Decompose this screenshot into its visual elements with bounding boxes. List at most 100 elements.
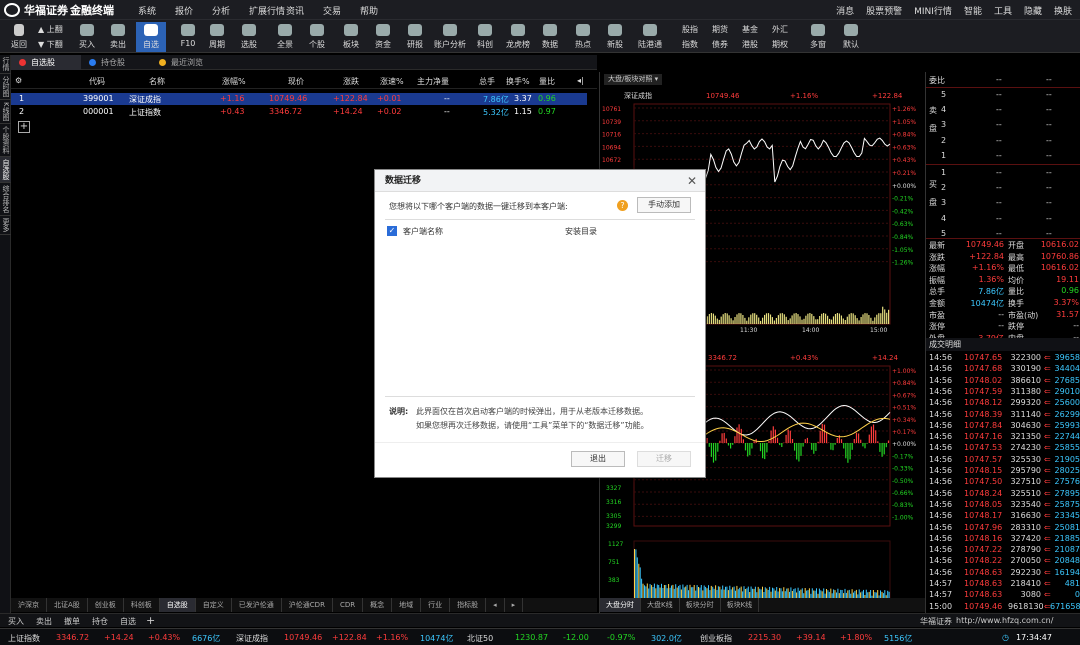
toolbar-button[interactable]: 自选 bbox=[136, 22, 166, 52]
menu-item[interactable]: 分析 bbox=[212, 4, 249, 17]
col-net[interactable]: 主力净量 bbox=[417, 76, 449, 87]
toolbar-button[interactable]: 龙虎榜 bbox=[500, 22, 536, 52]
col-price[interactable]: 现价 bbox=[288, 76, 304, 87]
toolbar-button[interactable]: F10 bbox=[170, 22, 206, 52]
menu-item[interactable]: 帮助 bbox=[360, 4, 397, 17]
table-row[interactable]: 2 000001 上证指数 +0.43 3346.72 +14.24 +0.02 -- 5.32… bbox=[11, 106, 587, 118]
market-tab[interactable]: 行业 bbox=[421, 598, 451, 612]
toolbar-button[interactable]: 陆港通 bbox=[632, 22, 668, 52]
index-name[interactable]: 北证50 bbox=[467, 633, 493, 644]
multi-window-button[interactable]: 多窗 bbox=[805, 22, 831, 52]
market-tab[interactable]: 北证A股 bbox=[47, 598, 88, 612]
market-shortcut[interactable]: 期货 bbox=[712, 24, 728, 35]
market-tab[interactable]: 概念 bbox=[363, 598, 393, 612]
market-shortcut[interactable]: 债券 bbox=[712, 39, 728, 50]
pin-icon[interactable]: ◂| bbox=[577, 76, 584, 85]
scroll-left-icon[interactable]: ◂ bbox=[486, 598, 505, 612]
exit-button[interactable]: 退出 bbox=[571, 451, 625, 467]
scroll-right-icon[interactable]: ▸ bbox=[505, 598, 524, 612]
right-menu-item[interactable]: 消息 bbox=[836, 4, 854, 17]
chart-tab[interactable]: 板块K线 bbox=[721, 598, 760, 612]
table-row[interactable]: 1 399001 深证成指 +1.16 10749.46 +122.84 +0.01 -- 7.… bbox=[11, 93, 587, 105]
chart-tab[interactable]: 板块分时 bbox=[680, 598, 721, 612]
col-name[interactable]: 名称 bbox=[149, 76, 165, 87]
status-action[interactable]: 持仓 bbox=[92, 616, 108, 627]
right-menu-item[interactable]: 隐藏 bbox=[1024, 4, 1042, 17]
market-tab[interactable]: 已发沪伦通 bbox=[232, 598, 282, 612]
chart-tab[interactable]: 大盘分时 bbox=[600, 598, 641, 612]
market-tab[interactable]: 地域 bbox=[392, 598, 422, 612]
market-shortcut[interactable]: 股指 bbox=[682, 24, 698, 35]
market-shortcut[interactable]: 指数 bbox=[682, 39, 698, 50]
chart-tab[interactable]: 大盘K线 bbox=[641, 598, 680, 612]
col-code[interactable]: 代码 bbox=[89, 76, 105, 87]
status-action[interactable]: 卖出 bbox=[36, 616, 52, 627]
status-action[interactable]: 自选 bbox=[120, 616, 136, 627]
index-name[interactable]: 深证成指 bbox=[236, 633, 268, 644]
toolbar-button[interactable]: 研报 bbox=[400, 22, 430, 52]
side-tab[interactable]: 自选股 bbox=[0, 156, 11, 183]
compare-dropdown[interactable]: 大盘/板块对照 ▾ bbox=[604, 74, 663, 85]
market-tab[interactable]: 创业板 bbox=[88, 598, 124, 612]
right-menu-item[interactable]: MINI行情 bbox=[914, 4, 952, 17]
col-vol[interactable]: 总手 bbox=[479, 76, 495, 87]
side-tab[interactable]: 分时图 bbox=[0, 74, 11, 100]
client-list[interactable] bbox=[385, 238, 695, 394]
select-all-checkbox[interactable]: ✓ bbox=[387, 226, 397, 236]
toolbar-button[interactable]: 账户分析 bbox=[432, 22, 468, 52]
market-tab[interactable]: 科创板 bbox=[124, 598, 160, 612]
toolbar-button[interactable]: 买入 bbox=[72, 22, 102, 52]
toolbar-button[interactable]: 热点 bbox=[568, 22, 598, 52]
add-stock-button[interactable]: + bbox=[18, 121, 30, 133]
market-tab[interactable]: 指标股 bbox=[450, 598, 487, 612]
toolbar-button[interactable]: 个股 bbox=[302, 22, 332, 52]
side-tab[interactable]: 个股资料 bbox=[0, 124, 11, 157]
col-chg-pct[interactable]: 涨幅% bbox=[222, 76, 246, 87]
page-up-button[interactable]: ▲ 上翻 bbox=[38, 24, 63, 35]
status-action[interactable]: 买入 bbox=[8, 616, 24, 627]
menu-item[interactable]: 交易 bbox=[323, 4, 360, 17]
market-shortcut[interactable]: 基金 bbox=[742, 24, 758, 35]
menu-item[interactable]: 报价 bbox=[175, 4, 212, 17]
side-tab[interactable]: K线图 bbox=[0, 100, 11, 124]
add-icon[interactable]: + bbox=[146, 614, 155, 627]
menu-item[interactable]: 资讯 bbox=[286, 4, 323, 17]
right-menu-item[interactable]: 智能 bbox=[964, 4, 982, 17]
menu-item[interactable]: 系统 bbox=[138, 4, 175, 17]
right-menu-item[interactable]: 股票预警 bbox=[866, 4, 902, 17]
migrate-button[interactable]: 迁移 bbox=[637, 451, 691, 467]
market-tab[interactable]: 沪深京 bbox=[11, 598, 47, 612]
tab-recent[interactable]: 最近浏览 bbox=[151, 55, 221, 70]
tab-holdings[interactable]: 持仓股 bbox=[81, 55, 151, 70]
settings-gear-icon[interactable]: ⚙ bbox=[15, 76, 22, 85]
toolbar-button[interactable]: 资金 bbox=[368, 22, 398, 52]
default-button[interactable]: 默认 bbox=[838, 22, 864, 52]
market-shortcut[interactable]: 期权 bbox=[772, 39, 788, 50]
back-button[interactable]: 返回 bbox=[4, 22, 34, 52]
toolbar-button[interactable]: 选股 bbox=[234, 22, 264, 52]
toolbar-button[interactable]: 周期 bbox=[202, 22, 232, 52]
index-name[interactable]: 创业板指 bbox=[700, 633, 732, 644]
market-shortcut[interactable]: 外汇 bbox=[772, 24, 788, 35]
col-ratio[interactable]: 量比 bbox=[539, 76, 555, 87]
index-name[interactable]: 上证指数 bbox=[8, 633, 40, 644]
side-tab[interactable]: 综合排名 bbox=[0, 183, 11, 216]
market-tab[interactable]: 自选股 bbox=[159, 598, 196, 612]
toolbar-button[interactable]: 数据 bbox=[535, 22, 565, 52]
toolbar-button[interactable]: 卖出 bbox=[103, 22, 133, 52]
market-tab[interactable]: 沪伦通CDR bbox=[282, 598, 333, 612]
market-tab[interactable]: CDR bbox=[333, 598, 364, 612]
help-icon[interactable]: ? bbox=[617, 200, 628, 211]
toolbar-button[interactable]: 新股 bbox=[600, 22, 630, 52]
status-action[interactable]: 撤单 bbox=[64, 616, 80, 627]
manual-add-button[interactable]: 手动添加 bbox=[637, 197, 691, 213]
col-chg[interactable]: 涨跌 bbox=[343, 76, 359, 87]
page-down-button[interactable]: ▼ 下翻 bbox=[38, 39, 63, 50]
toolbar-button[interactable]: 全景 bbox=[270, 22, 300, 52]
footer-url[interactable]: http://www.hfzq.com.cn/ bbox=[956, 616, 1053, 625]
market-tab[interactable]: 自定义 bbox=[196, 598, 232, 612]
right-menu-item[interactable]: 工具 bbox=[994, 4, 1012, 17]
tab-watchlist[interactable]: 自选股 bbox=[11, 55, 81, 70]
side-tab[interactable]: 更多 bbox=[0, 216, 11, 235]
toolbar-button[interactable]: 板块 bbox=[336, 22, 366, 52]
